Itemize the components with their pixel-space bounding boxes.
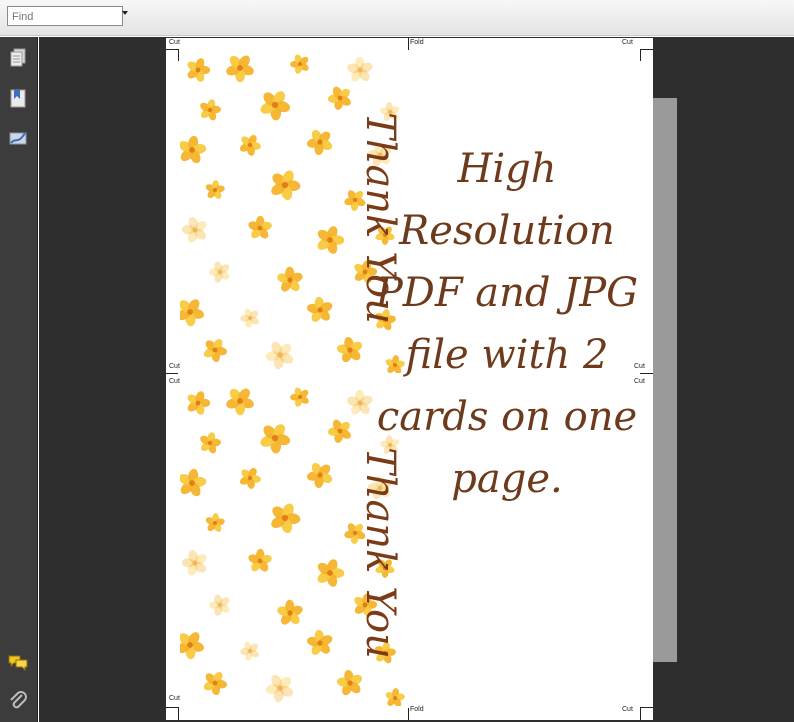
crop-line (178, 707, 179, 720)
flower (180, 468, 207, 497)
fold-mark-label: Fold (410, 39, 424, 46)
flower (181, 550, 207, 576)
flower (336, 669, 363, 696)
flower (209, 594, 230, 616)
flower (271, 503, 301, 534)
attachment-icon[interactable] (7, 689, 29, 711)
promo-line: PDF and JPG (375, 270, 639, 316)
find-input[interactable] (8, 8, 122, 26)
crop-line (640, 49, 641, 61)
flower (347, 56, 373, 82)
flower (260, 91, 291, 121)
flower (306, 462, 333, 489)
flower (290, 54, 309, 74)
crop-line (640, 707, 641, 720)
bookmarks-icon[interactable] (7, 87, 29, 109)
flower (306, 296, 333, 322)
flower (181, 217, 207, 243)
comments-icon[interactable] (7, 651, 29, 673)
flower (317, 226, 345, 254)
next-page-edge (653, 98, 677, 662)
flower (277, 266, 303, 292)
flower (180, 299, 204, 327)
flower (240, 308, 259, 328)
find-toolbar (0, 0, 794, 36)
flower (327, 86, 351, 110)
flower (200, 432, 221, 454)
flower (205, 513, 225, 532)
fold-line (408, 708, 409, 720)
flower (203, 671, 228, 696)
cut-mark-label: Cut (169, 695, 180, 702)
flower (180, 135, 207, 164)
flower (248, 548, 272, 572)
flower (240, 641, 259, 661)
cut-mark-label: Cut (169, 378, 180, 385)
promo-line: file with 2 (405, 332, 609, 378)
crop-line (166, 373, 178, 374)
crop-line (166, 49, 178, 50)
flower (265, 674, 294, 703)
flower (187, 391, 211, 415)
fold-line (408, 38, 409, 50)
navigation-pane (0, 37, 38, 722)
flower (317, 559, 345, 587)
pdf-page: Thank You Thank You Cut Fold Cut Cut Cut… (166, 38, 653, 720)
flower (180, 632, 204, 660)
crop-line (640, 49, 653, 50)
promo-line: High (457, 146, 557, 192)
flower (290, 387, 309, 407)
flower (226, 388, 254, 416)
flower (205, 180, 225, 199)
crop-line (640, 707, 653, 708)
pages-icon[interactable] (7, 47, 29, 69)
flower (200, 99, 221, 121)
promo-line: Resolution (399, 208, 615, 254)
promo-text: High Resolution PDF and JPG file with 2 … (362, 138, 652, 510)
cut-mark-label: Cut (622, 39, 633, 46)
cut-mark-label: Cut (169, 39, 180, 46)
flower (187, 58, 211, 82)
flower (248, 215, 272, 239)
find-dropdown-arrow[interactable] (122, 11, 128, 15)
cut-mark-label: Cut (169, 363, 180, 370)
flower (265, 341, 294, 370)
find-field[interactable] (7, 6, 123, 26)
fold-mark-label: Fold (410, 706, 424, 713)
signature-icon[interactable] (7, 127, 29, 149)
crop-line (166, 707, 178, 708)
flower (239, 467, 261, 489)
flower (239, 134, 261, 156)
flower (226, 55, 254, 83)
crop-line (178, 49, 179, 61)
flower (277, 599, 303, 625)
flower (203, 338, 228, 363)
flower (209, 261, 230, 283)
flower (385, 688, 405, 706)
promo-line: cards on one (376, 394, 638, 440)
promo-line: page. (451, 456, 563, 502)
flower (271, 170, 301, 201)
flower (260, 424, 291, 454)
flower (327, 419, 351, 443)
flower (336, 336, 363, 363)
flower (306, 129, 333, 156)
cut-mark-label: Cut (622, 706, 633, 713)
flower (306, 629, 333, 655)
